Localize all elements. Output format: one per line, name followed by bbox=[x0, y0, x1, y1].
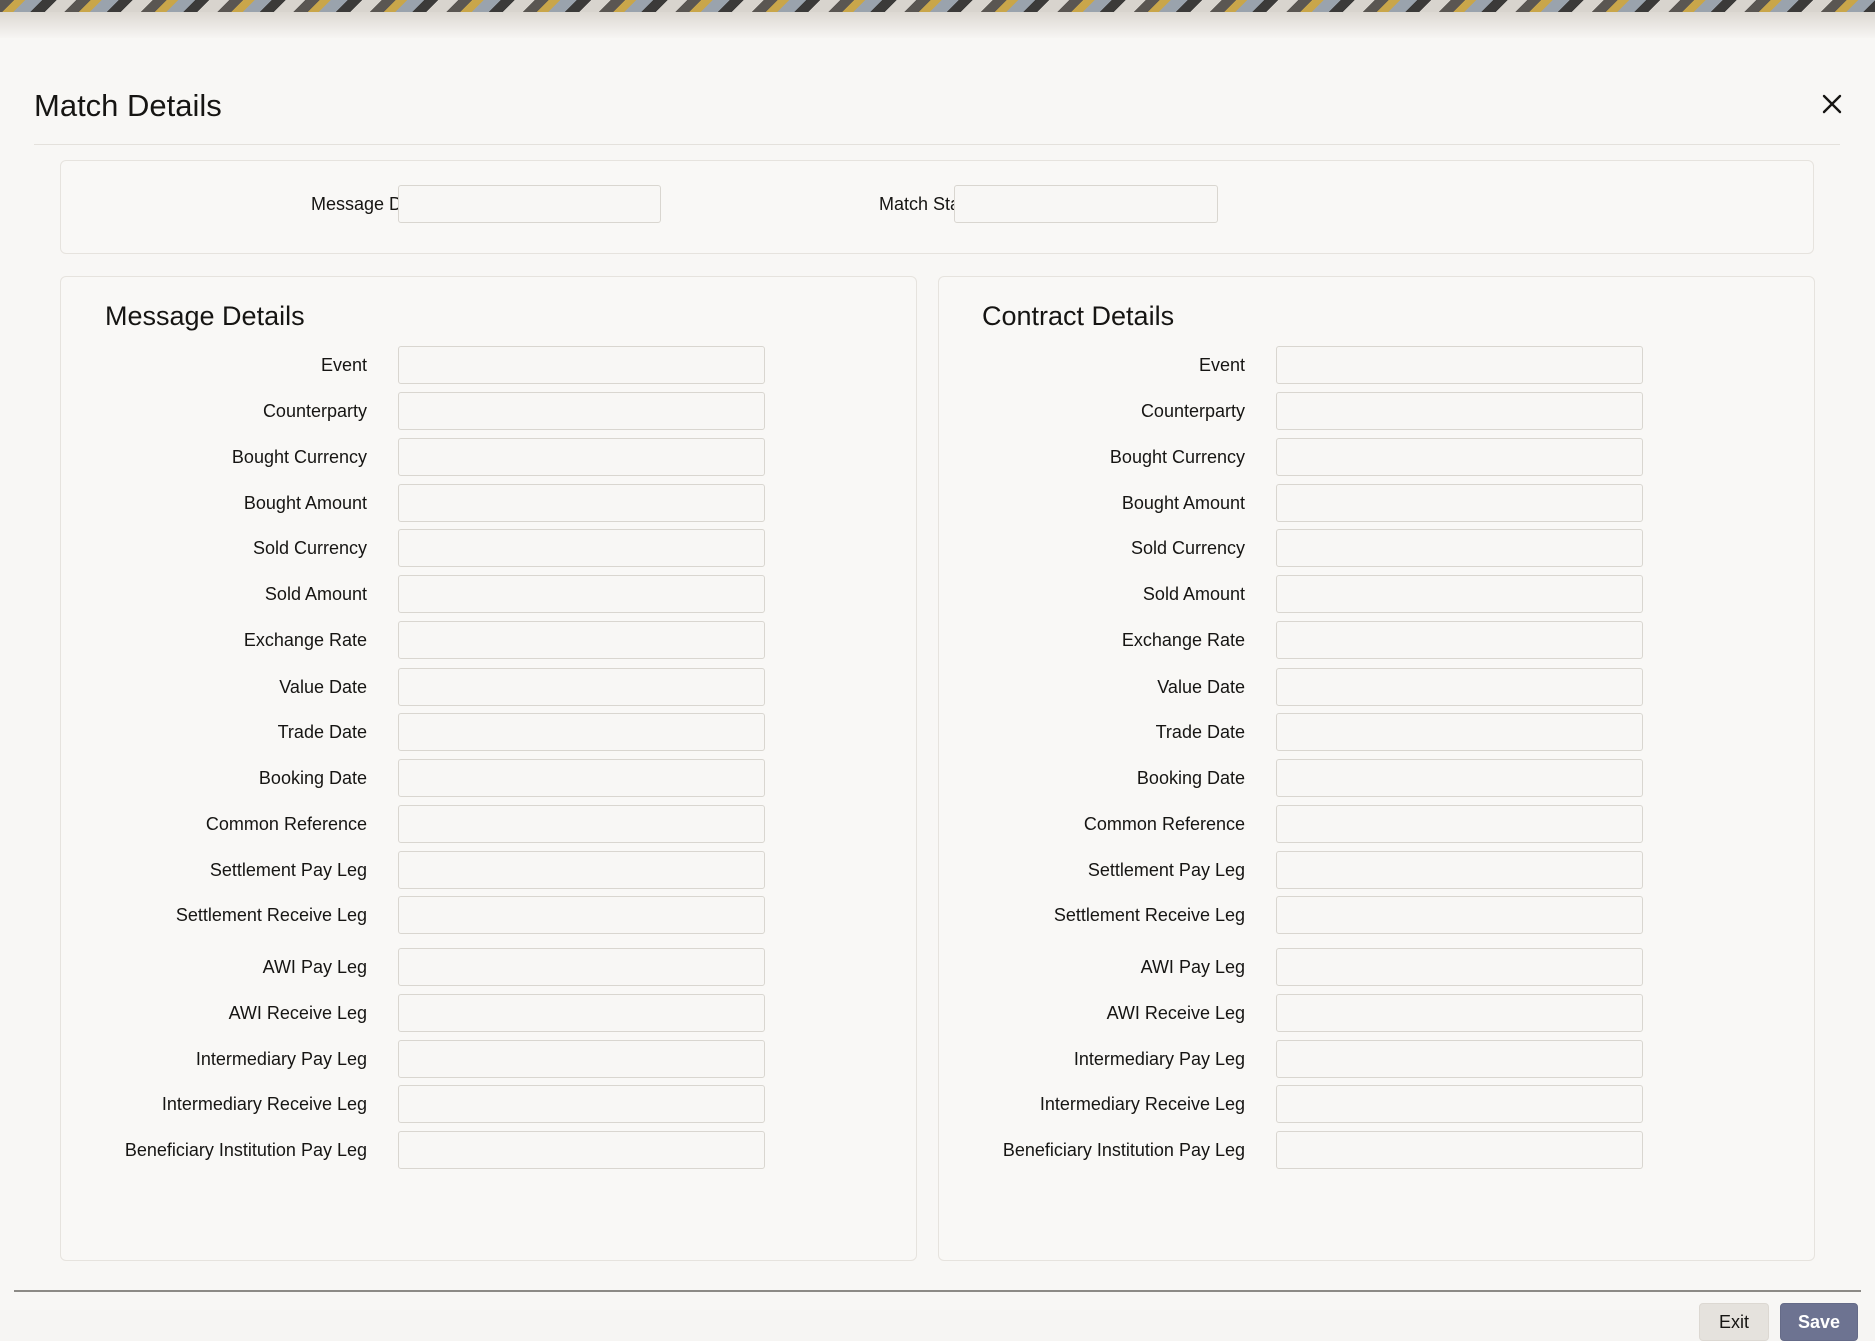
match-details-dialog: Match Details Message DCN Match Status M… bbox=[0, 38, 1875, 1341]
message-intermediary-receive-leg-input[interactable] bbox=[398, 1085, 765, 1123]
contract-sold-amount-label: Sold Amount bbox=[1142, 584, 1245, 604]
message-bought-amount-label: Bought Amount bbox=[243, 493, 367, 513]
message-beneficiary-institution-pay-leg-label: Beneficiary Institution Pay Leg bbox=[124, 1140, 367, 1160]
match-status-label: Match Status bbox=[878, 194, 984, 214]
contract-awi-receive-leg-input[interactable] bbox=[1276, 994, 1643, 1032]
message-awi-receive-leg-label: AWI Receive Leg bbox=[228, 1003, 367, 1023]
contract-intermediary-pay-leg-label: Intermediary Pay Leg bbox=[1073, 1049, 1245, 1069]
message-counterparty-input[interactable] bbox=[398, 392, 765, 430]
message-bought-currency-label: Bought Currency bbox=[231, 447, 367, 467]
message-intermediary-receive-leg-label: Intermediary Receive Leg bbox=[161, 1094, 367, 1114]
contract-settlement-pay-leg-label: Settlement Pay Leg bbox=[1087, 860, 1245, 880]
contract-value-date-label: Value Date bbox=[1157, 677, 1245, 697]
message-event-input[interactable] bbox=[398, 346, 765, 384]
message-sold-amount-label: Sold Amount bbox=[264, 584, 367, 604]
message-settlement-pay-leg-label: Settlement Pay Leg bbox=[209, 860, 367, 880]
title-divider bbox=[34, 144, 1840, 145]
message-exchange-rate-input[interactable] bbox=[398, 621, 765, 659]
message-intermediary-pay-leg-label: Intermediary Pay Leg bbox=[195, 1049, 367, 1069]
message-awi-pay-leg-label: AWI Pay Leg bbox=[262, 957, 367, 977]
contract-trade-date-label: Trade Date bbox=[1155, 722, 1245, 742]
contract-sold-amount-input[interactable] bbox=[1276, 575, 1643, 613]
contract-beneficiary-institution-pay-leg-input[interactable] bbox=[1276, 1131, 1643, 1169]
message-settlement-pay-leg-input[interactable] bbox=[398, 851, 765, 889]
contract-exchange-rate-input[interactable] bbox=[1276, 621, 1643, 659]
contract-settlement-receive-leg-label: Settlement Receive Leg bbox=[1053, 905, 1245, 925]
message-trade-date-label: Trade Date bbox=[277, 722, 367, 742]
message-common-reference-input[interactable] bbox=[398, 805, 765, 843]
contract-bought-amount-label: Bought Amount bbox=[1121, 493, 1245, 513]
footer-divider bbox=[14, 1290, 1861, 1292]
message-counterparty-label: Counterparty bbox=[262, 401, 367, 421]
contract-bought-amount-input[interactable] bbox=[1276, 484, 1643, 522]
contract-awi-pay-leg-label: AWI Pay Leg bbox=[1140, 957, 1245, 977]
contract-beneficiary-institution-pay-leg-label: Beneficiary Institution Pay Leg bbox=[1002, 1140, 1245, 1160]
contract-settlement-receive-leg-input[interactable] bbox=[1276, 896, 1643, 934]
message-value-date-input[interactable] bbox=[398, 668, 765, 706]
contract-bought-currency-input[interactable] bbox=[1276, 438, 1643, 476]
message-awi-pay-leg-input[interactable] bbox=[398, 948, 765, 986]
contract-awi-pay-leg-input[interactable] bbox=[1276, 948, 1643, 986]
contract-value-date-input[interactable] bbox=[1276, 668, 1643, 706]
contract-exchange-rate-label: Exchange Rate bbox=[1121, 630, 1245, 650]
message-value-date-label: Value Date bbox=[279, 677, 367, 697]
contract-intermediary-pay-leg-input[interactable] bbox=[1276, 1040, 1643, 1078]
contract-counterparty-input[interactable] bbox=[1276, 392, 1643, 430]
message-awi-receive-leg-input[interactable] bbox=[398, 994, 765, 1032]
message-settlement-receive-leg-label: Settlement Receive Leg bbox=[175, 905, 367, 925]
exit-button[interactable]: Exit bbox=[1699, 1303, 1769, 1341]
message-beneficiary-institution-pay-leg-input[interactable] bbox=[398, 1131, 765, 1169]
contract-details-panel: Contract Details Event Counterparty Bought… bbox=[938, 276, 1815, 1261]
contract-intermediary-receive-leg-input[interactable] bbox=[1276, 1085, 1643, 1123]
message-booking-date-input[interactable] bbox=[398, 759, 765, 797]
contract-counterparty-label: Counterparty bbox=[1140, 401, 1245, 421]
message-event-label: Event bbox=[320, 355, 367, 375]
contract-bought-currency-label: Bought Currency bbox=[1109, 447, 1245, 467]
message-sold-currency-label: Sold Currency bbox=[252, 538, 367, 558]
message-intermediary-pay-leg-input[interactable] bbox=[398, 1040, 765, 1078]
contract-awi-receive-leg-label: AWI Receive Leg bbox=[1106, 1003, 1245, 1023]
dialog-title: Match Details bbox=[34, 88, 222, 123]
contract-booking-date-input[interactable] bbox=[1276, 759, 1643, 797]
contract-event-label: Event bbox=[1198, 355, 1245, 375]
header-fields-panel: Message DCN Match Status bbox=[60, 160, 1814, 254]
contract-booking-date-label: Booking Date bbox=[1136, 768, 1245, 788]
match-status-input[interactable] bbox=[954, 185, 1218, 223]
message-sold-amount-input[interactable] bbox=[398, 575, 765, 613]
contract-intermediary-receive-leg-label: Intermediary Receive Leg bbox=[1039, 1094, 1245, 1114]
save-button[interactable]: Save bbox=[1780, 1303, 1858, 1341]
message-common-reference-label: Common Reference bbox=[205, 814, 367, 834]
contract-trade-date-input[interactable] bbox=[1276, 713, 1643, 751]
header-banner bbox=[0, 0, 1875, 12]
contract-event-input[interactable] bbox=[1276, 346, 1643, 384]
contract-common-reference-label: Common Reference bbox=[1083, 814, 1245, 834]
message-bought-currency-input[interactable] bbox=[398, 438, 765, 476]
message-bought-amount-input[interactable] bbox=[398, 484, 765, 522]
message-exchange-rate-label: Exchange Rate bbox=[243, 630, 367, 650]
contract-settlement-pay-leg-input[interactable] bbox=[1276, 851, 1643, 889]
message-booking-date-label: Booking Date bbox=[258, 768, 367, 788]
close-icon[interactable] bbox=[1818, 90, 1846, 118]
message-dcn-input[interactable] bbox=[398, 185, 661, 223]
message-settlement-receive-leg-input[interactable] bbox=[398, 896, 765, 934]
contract-details-title: Contract Details bbox=[982, 301, 1175, 331]
message-sold-currency-input[interactable] bbox=[398, 529, 765, 567]
contract-common-reference-input[interactable] bbox=[1276, 805, 1643, 843]
message-details-panel: Message Details Event Counterparty Bought … bbox=[60, 276, 917, 1261]
message-trade-date-input[interactable] bbox=[398, 713, 765, 751]
message-details-title: Message Details bbox=[105, 301, 305, 331]
header-banner-fade bbox=[0, 12, 1875, 38]
contract-sold-currency-label: Sold Currency bbox=[1130, 538, 1245, 558]
contract-sold-currency-input[interactable] bbox=[1276, 529, 1643, 567]
